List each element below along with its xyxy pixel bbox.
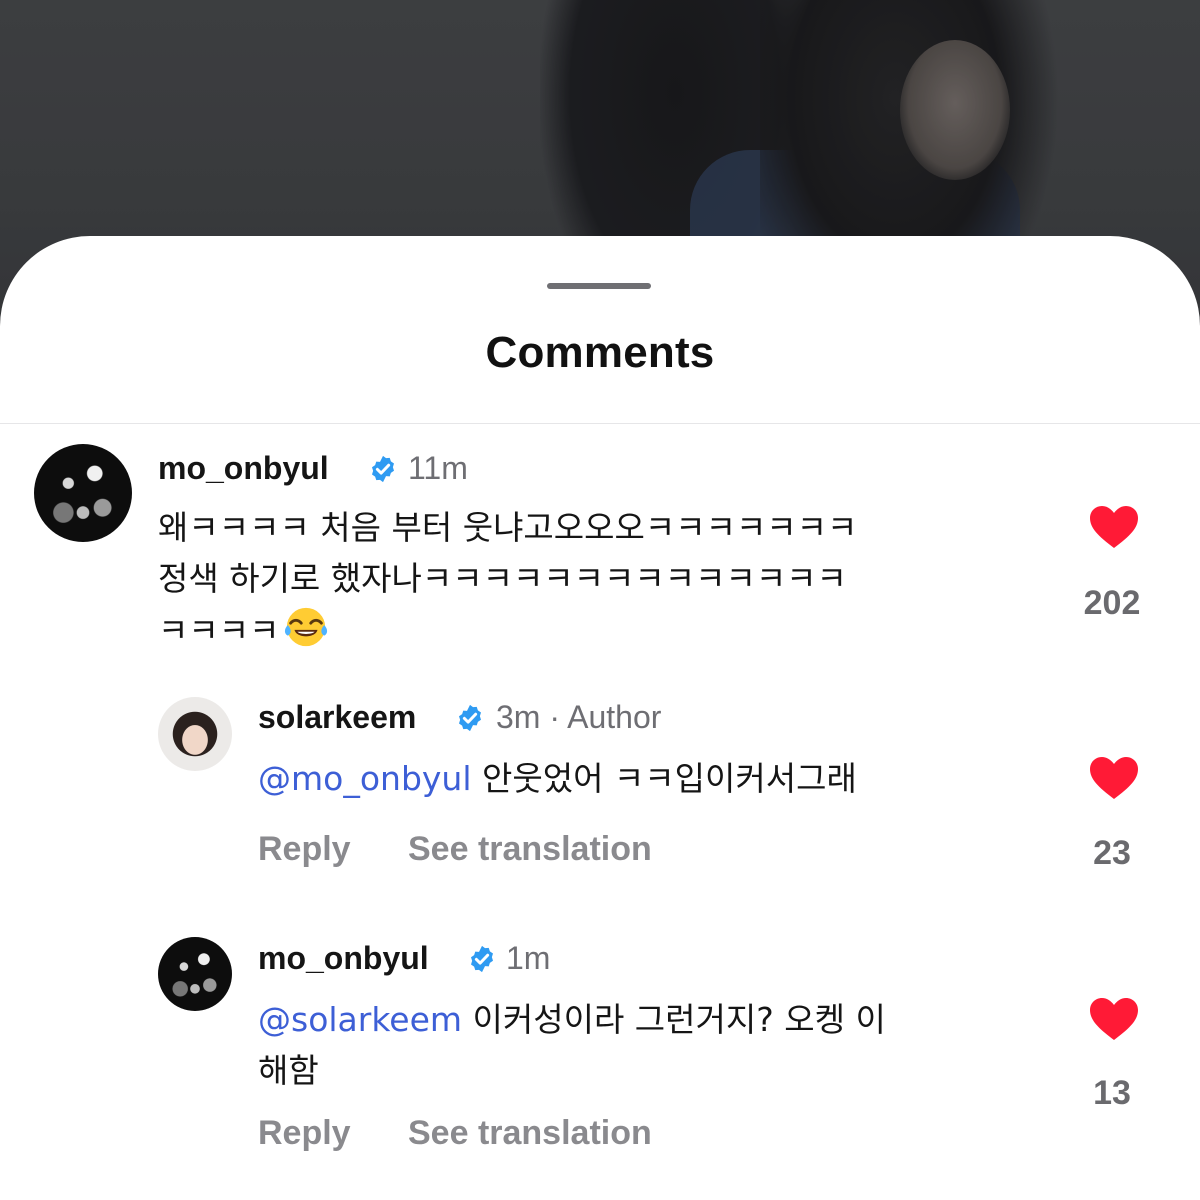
comment-text-line: 왜ㅋㅋㅋㅋ 처음 부터 웃냐고오오오ㅋㅋㅋㅋㅋㅋㅋ — [158, 508, 858, 547]
title-divider — [0, 423, 1200, 424]
verified-badge-icon — [372, 455, 394, 483]
comment-time: 11m — [408, 450, 468, 486]
like-count: 202 — [1083, 584, 1141, 622]
avatar[interactable] — [158, 937, 232, 1011]
sheet-title: Comments — [485, 328, 715, 377]
comment-text: 왜ㅋㅋㅋㅋ 처음 부터 웃냐고오오오ㅋㅋㅋㅋㅋㅋㅋ 정색 하기로 했자나ㅋㅋㅋㅋ… — [158, 502, 857, 656]
comment-text-line: 정색 하기로 했자나ㅋㅋㅋㅋㅋㅋㅋㅋㅋㅋㅋㅋㅋㅋ — [158, 559, 847, 598]
reply-text: @mo_onbyul 안웃었어 ㅋㅋ입이커서그래 — [258, 753, 857, 804]
mention-link[interactable]: @solarkeem — [258, 1000, 462, 1039]
reply-button[interactable]: Reply — [258, 1114, 351, 1153]
like-count: 13 — [1093, 1074, 1131, 1112]
reply-time: 1m — [506, 940, 551, 976]
reply-username[interactable]: solarkeem — [258, 699, 416, 736]
comment-username[interactable]: mo_onbyul — [158, 450, 329, 487]
tears-of-joy-emoji-icon — [285, 607, 328, 647]
reply-text-line: 해함 — [258, 1051, 319, 1090]
reply-text-line: @solarkeem 이커성이라 그런거지? 오켕 이 — [258, 994, 886, 1045]
reply-body: 안웃었어 ㅋㅋ입이커서그래 — [471, 759, 857, 798]
avatar[interactable] — [34, 444, 132, 542]
like-heart-icon[interactable] — [1088, 996, 1140, 1042]
mention-link[interactable]: @mo_onbyul — [258, 759, 472, 798]
like-count: 23 — [1093, 834, 1131, 872]
reply-time: 3m — [496, 699, 541, 735]
reply-button[interactable]: Reply — [258, 830, 351, 869]
avatar[interactable] — [158, 697, 232, 771]
see-translation-button[interactable]: See translation — [408, 1114, 652, 1153]
like-heart-icon[interactable] — [1088, 504, 1140, 550]
verified-badge-icon — [471, 945, 493, 973]
reply-username[interactable]: mo_onbyul — [258, 940, 429, 977]
comments-sheet: Comments mo_onbyul 11m 왜ㅋㅋㅋㅋ 처음 부터 웃냐고오오… — [0, 236, 1200, 1200]
reply-meta: 3m · Author — [496, 699, 661, 736]
see-translation-button[interactable]: See translation — [408, 830, 652, 869]
comment-text-line-last: ㅋㅋㅋㅋ — [158, 604, 857, 656]
meta-separator: · — [549, 699, 560, 735]
author-badge: Author — [567, 699, 662, 735]
like-heart-icon[interactable] — [1088, 755, 1140, 801]
reply-text: @solarkeem 이커성이라 그런거지? 오켕 이 해함 — [258, 994, 886, 1096]
reply-body: 이커성이라 그런거지? 오켕 이 — [462, 1000, 886, 1039]
sheet-grabber-handle[interactable] — [547, 283, 651, 289]
verified-badge-icon — [459, 704, 481, 732]
comment-text-line: ㅋㅋㅋㅋ — [158, 611, 280, 650]
